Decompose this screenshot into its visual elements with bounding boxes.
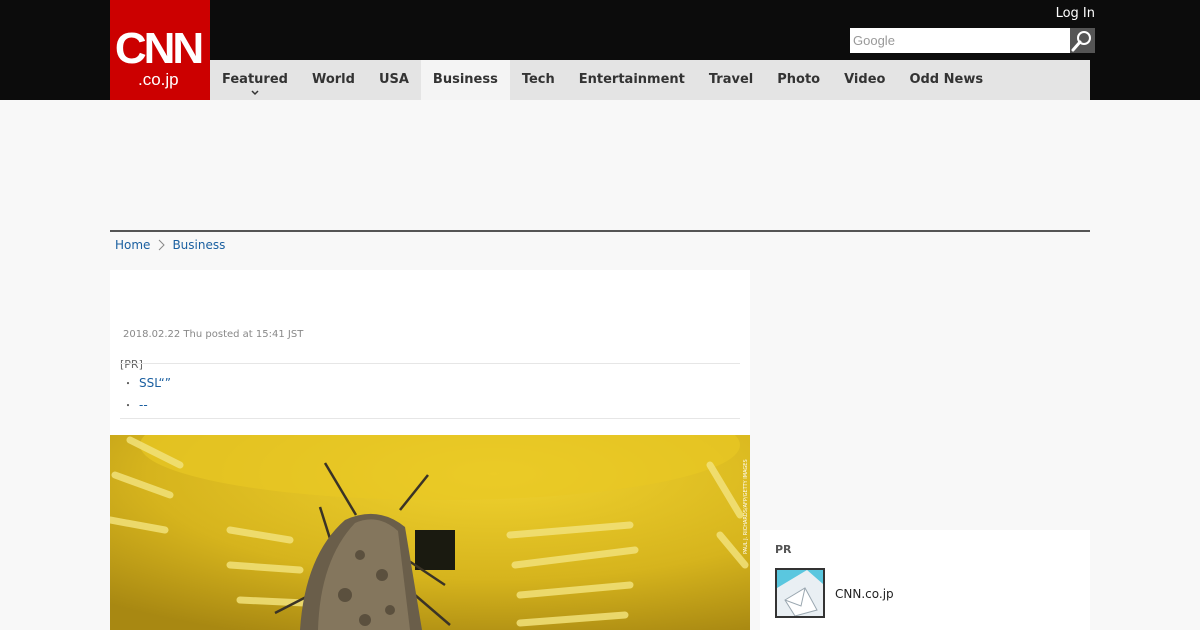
nav-usa[interactable]: USA xyxy=(367,60,421,100)
logo-domain: .co.jp xyxy=(138,70,179,89)
pr-link-label: SSL“” xyxy=(139,376,171,390)
sidebar-pr-link[interactable]: CNN.co.jp xyxy=(835,587,894,601)
pr-label: [PR] xyxy=(120,358,143,371)
pr-thumbnail[interactable] xyxy=(775,568,825,618)
cnn-logo[interactable]: CNN .co.jp xyxy=(110,0,210,100)
nav-featured[interactable]: Featured xyxy=(210,60,300,100)
breadcrumb-home[interactable]: Home xyxy=(115,238,150,252)
posted-timestamp: 2018.02.22 Thu posted at 15:41 JST xyxy=(123,329,304,340)
nav-travel[interactable]: Travel xyxy=(697,60,765,100)
nav-odd-news[interactable]: Odd News xyxy=(897,60,995,100)
nav-video[interactable]: Video xyxy=(832,60,897,100)
nav-tech[interactable]: Tech xyxy=(510,60,567,100)
nav-label: Odd News xyxy=(909,72,984,87)
chevron-down-icon xyxy=(251,90,259,96)
stink-bug-photo xyxy=(110,435,750,630)
sidebar-pr-title: PR xyxy=(775,543,792,556)
nav-label: Entertainment xyxy=(578,72,685,87)
nav-label: Video xyxy=(844,72,886,87)
photo-credit-text: PAUL J. RICHARDS/AFP/GETTY IMAGES xyxy=(743,459,749,554)
pr-link[interactable]: ・ -- xyxy=(123,397,148,412)
search-icon xyxy=(1071,31,1091,52)
sidebar-pr-box: PR CNN.co.jp xyxy=(760,530,1090,630)
nav-label: USA xyxy=(378,72,409,87)
photo-credit: PAUL J. RICHARDS/AFP/GETTY IMAGES xyxy=(743,459,749,554)
breadcrumb-business[interactable]: Business xyxy=(172,238,225,252)
bullet: ・ xyxy=(123,379,133,390)
envelope-icon xyxy=(777,570,823,616)
bullet: ・ xyxy=(123,401,133,412)
logo-text: CNN xyxy=(114,24,204,73)
sidebar-ad-slot xyxy=(760,270,1090,520)
pr-divider xyxy=(120,418,740,419)
header-divider xyxy=(110,230,1090,232)
pr-link[interactable]: ・ SSL“” xyxy=(123,375,171,390)
pr-divider xyxy=(120,363,740,364)
nav-business[interactable]: Business xyxy=(420,60,510,100)
nav-world[interactable]: World xyxy=(300,60,367,100)
search-input[interactable] xyxy=(850,28,1070,53)
nav-entertainment[interactable]: Entertainment xyxy=(567,60,697,100)
nav-label: World xyxy=(311,72,355,87)
search-button[interactable] xyxy=(1070,28,1095,53)
main-nav: Featured World USA Business Tech Enterta… xyxy=(210,60,1090,100)
article-photo: PAUL J. RICHARDS/AFP/GETTY IMAGES xyxy=(110,435,750,630)
top-ad-slot xyxy=(110,100,1090,230)
nav-label: Featured xyxy=(222,72,288,87)
nav-label: Business xyxy=(432,72,498,87)
nav-label: Tech xyxy=(521,72,555,87)
nav-label: Photo xyxy=(777,72,821,87)
nav-photo[interactable]: Photo xyxy=(765,60,832,100)
nav-label: Travel xyxy=(708,72,754,87)
login-link[interactable]: Log In xyxy=(1056,6,1095,21)
pr-link-label: -- xyxy=(139,398,148,412)
article-card: 2018.02.22 Thu posted at 15:41 JST [PR] … xyxy=(110,270,750,630)
breadcrumb: Home Business xyxy=(115,238,225,252)
chevron-right-icon xyxy=(159,239,166,251)
